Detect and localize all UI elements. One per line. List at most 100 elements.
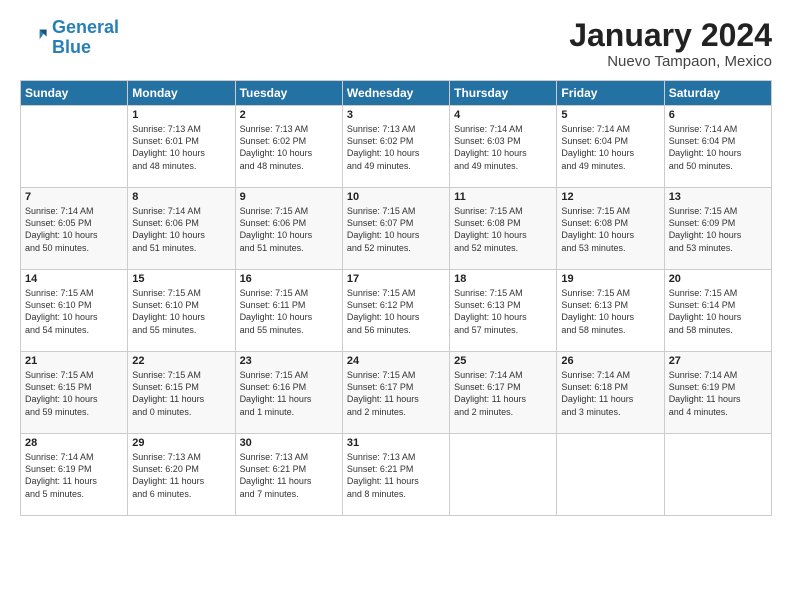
- col-header-thursday: Thursday: [450, 81, 557, 106]
- day-number: 13: [669, 191, 767, 203]
- day-info: Sunrise: 7:15 AM Sunset: 6:17 PM Dayligh…: [347, 369, 445, 418]
- calendar-cell: [21, 106, 128, 188]
- day-number: 31: [347, 437, 445, 449]
- col-header-wednesday: Wednesday: [342, 81, 449, 106]
- day-info: Sunrise: 7:13 AM Sunset: 6:02 PM Dayligh…: [347, 123, 445, 172]
- week-row-3: 14 Sunrise: 7:15 AM Sunset: 6:10 PM Dayli…: [21, 270, 772, 352]
- day-number: 18: [454, 273, 552, 285]
- day-info: Sunrise: 7:14 AM Sunset: 6:19 PM Dayligh…: [25, 451, 123, 500]
- page: General Blue January 2024 Nuevo Tampaon,…: [0, 0, 792, 612]
- day-number: 22: [132, 355, 230, 367]
- day-number: 6: [669, 109, 767, 121]
- day-number: 4: [454, 109, 552, 121]
- day-info: Sunrise: 7:15 AM Sunset: 6:14 PM Dayligh…: [669, 287, 767, 336]
- calendar-cell: 13Sunrise: 7:15 AM Sunset: 6:09 PM Dayli…: [664, 188, 771, 270]
- calendar-cell: 12 Sunrise: 7:15 AM Sunset: 6:08 PM Dayli…: [557, 188, 664, 270]
- day-info: Sunrise: 7:15 AM Sunset: 6:08 PM Dayligh…: [454, 205, 552, 254]
- calendar-cell: 16 Sunrise: 7:15 AM Sunset: 6:11 PM Dayli…: [235, 270, 342, 352]
- day-info: Sunrise: 7:13 AM Sunset: 6:01 PM Dayligh…: [132, 123, 230, 172]
- day-info: Sunrise: 7:14 AM Sunset: 6:17 PM Dayligh…: [454, 369, 552, 418]
- day-number: 1: [132, 109, 230, 121]
- calendar-cell: 26 Sunrise: 7:14 AM Sunset: 6:18 PM Dayli…: [557, 352, 664, 434]
- day-number: 26: [561, 355, 659, 367]
- day-number: 10: [347, 191, 445, 203]
- week-row-1: 1 Sunrise: 7:13 AM Sunset: 6:01 PM Daylig…: [21, 106, 772, 188]
- calendar-cell: 25 Sunrise: 7:14 AM Sunset: 6:17 PM Dayli…: [450, 352, 557, 434]
- day-info: Sunrise: 7:15 AM Sunset: 6:12 PM Dayligh…: [347, 287, 445, 336]
- month-title: January 2024: [569, 18, 772, 53]
- calendar-cell: 19 Sunrise: 7:15 AM Sunset: 6:13 PM Dayli…: [557, 270, 664, 352]
- col-header-monday: Monday: [128, 81, 235, 106]
- day-info: Sunrise: 7:13 AM Sunset: 6:02 PM Dayligh…: [240, 123, 338, 172]
- day-info: Sunrise: 7:14 AM Sunset: 6:18 PM Dayligh…: [561, 369, 659, 418]
- day-info: Sunrise: 7:13 AM Sunset: 6:21 PM Dayligh…: [240, 451, 338, 500]
- calendar-cell: 18 Sunrise: 7:15 AM Sunset: 6:13 PM Dayli…: [450, 270, 557, 352]
- day-number: 7: [25, 191, 123, 203]
- week-row-4: 21 Sunrise: 7:15 AM Sunset: 6:15 PM Dayli…: [21, 352, 772, 434]
- calendar-cell: 28Sunrise: 7:14 AM Sunset: 6:19 PM Dayli…: [21, 434, 128, 516]
- calendar-cell: 29Sunrise: 7:13 AM Sunset: 6:20 PM Dayli…: [128, 434, 235, 516]
- day-number: 17: [347, 273, 445, 285]
- day-number: 2: [240, 109, 338, 121]
- day-number: 20: [669, 273, 767, 285]
- day-info: Sunrise: 7:15 AM Sunset: 6:15 PM Dayligh…: [25, 369, 123, 418]
- calendar-cell: 31 Sunrise: 7:13 AM Sunset: 6:21 PM Dayli…: [342, 434, 449, 516]
- day-info: Sunrise: 7:15 AM Sunset: 6:06 PM Dayligh…: [240, 205, 338, 254]
- col-header-sunday: Sunday: [21, 81, 128, 106]
- logo-text: General Blue: [52, 18, 119, 58]
- col-header-tuesday: Tuesday: [235, 81, 342, 106]
- day-info: Sunrise: 7:15 AM Sunset: 6:13 PM Dayligh…: [561, 287, 659, 336]
- calendar-cell: 23Sunrise: 7:15 AM Sunset: 6:16 PM Dayli…: [235, 352, 342, 434]
- day-number: 21: [25, 355, 123, 367]
- day-info: Sunrise: 7:15 AM Sunset: 6:13 PM Dayligh…: [454, 287, 552, 336]
- day-number: 15: [132, 273, 230, 285]
- title-block: January 2024 Nuevo Tampaon, Mexico: [569, 18, 772, 70]
- day-number: 29: [132, 437, 230, 449]
- day-number: 19: [561, 273, 659, 285]
- calendar-cell: 9 Sunrise: 7:15 AM Sunset: 6:06 PM Daylig…: [235, 188, 342, 270]
- calendar-cell: 21 Sunrise: 7:15 AM Sunset: 6:15 PM Dayli…: [21, 352, 128, 434]
- calendar-cell: [450, 434, 557, 516]
- day-info: Sunrise: 7:15 AM Sunset: 6:11 PM Dayligh…: [240, 287, 338, 336]
- day-number: 25: [454, 355, 552, 367]
- day-info: Sunrise: 7:14 AM Sunset: 6:04 PM Dayligh…: [561, 123, 659, 172]
- header: General Blue January 2024 Nuevo Tampaon,…: [20, 18, 772, 70]
- day-info: Sunrise: 7:14 AM Sunset: 6:03 PM Dayligh…: [454, 123, 552, 172]
- calendar-cell: 10 Sunrise: 7:15 AM Sunset: 6:07 PM Dayli…: [342, 188, 449, 270]
- day-number: 27: [669, 355, 767, 367]
- calendar-cell: 27Sunrise: 7:14 AM Sunset: 6:19 PM Dayli…: [664, 352, 771, 434]
- week-row-5: 28Sunrise: 7:14 AM Sunset: 6:19 PM Dayli…: [21, 434, 772, 516]
- calendar-cell: 30Sunrise: 7:13 AM Sunset: 6:21 PM Dayli…: [235, 434, 342, 516]
- day-number: 5: [561, 109, 659, 121]
- day-info: Sunrise: 7:14 AM Sunset: 6:04 PM Dayligh…: [669, 123, 767, 172]
- calendar-cell: 15 Sunrise: 7:15 AM Sunset: 6:10 PM Dayli…: [128, 270, 235, 352]
- day-number: 14: [25, 273, 123, 285]
- calendar-cell: 14 Sunrise: 7:15 AM Sunset: 6:10 PM Dayli…: [21, 270, 128, 352]
- day-info: Sunrise: 7:15 AM Sunset: 6:08 PM Dayligh…: [561, 205, 659, 254]
- calendar-table: SundayMondayTuesdayWednesdayThursdayFrid…: [20, 80, 772, 516]
- calendar-cell: [664, 434, 771, 516]
- day-info: Sunrise: 7:15 AM Sunset: 6:07 PM Dayligh…: [347, 205, 445, 254]
- calendar-cell: 4 Sunrise: 7:14 AM Sunset: 6:03 PM Daylig…: [450, 106, 557, 188]
- day-info: Sunrise: 7:13 AM Sunset: 6:21 PM Dayligh…: [347, 451, 445, 500]
- calendar-cell: 22 Sunrise: 7:15 AM Sunset: 6:15 PM Dayli…: [128, 352, 235, 434]
- day-number: 9: [240, 191, 338, 203]
- day-info: Sunrise: 7:14 AM Sunset: 6:06 PM Dayligh…: [132, 205, 230, 254]
- calendar-cell: 3Sunrise: 7:13 AM Sunset: 6:02 PM Daylig…: [342, 106, 449, 188]
- day-info: Sunrise: 7:15 AM Sunset: 6:10 PM Dayligh…: [132, 287, 230, 336]
- calendar-cell: 17 Sunrise: 7:15 AM Sunset: 6:12 PM Dayli…: [342, 270, 449, 352]
- day-number: 8: [132, 191, 230, 203]
- day-number: 12: [561, 191, 659, 203]
- day-number: 16: [240, 273, 338, 285]
- logo-icon: [20, 24, 48, 52]
- calendar-cell: 24Sunrise: 7:15 AM Sunset: 6:17 PM Dayli…: [342, 352, 449, 434]
- calendar-cell: 1 Sunrise: 7:13 AM Sunset: 6:01 PM Daylig…: [128, 106, 235, 188]
- calendar-cell: 5 Sunrise: 7:14 AM Sunset: 6:04 PM Daylig…: [557, 106, 664, 188]
- day-info: Sunrise: 7:15 AM Sunset: 6:10 PM Dayligh…: [25, 287, 123, 336]
- col-header-friday: Friday: [557, 81, 664, 106]
- header-row: SundayMondayTuesdayWednesdayThursdayFrid…: [21, 81, 772, 106]
- day-number: 11: [454, 191, 552, 203]
- calendar-cell: 8 Sunrise: 7:14 AM Sunset: 6:06 PM Daylig…: [128, 188, 235, 270]
- calendar-cell: 11 Sunrise: 7:15 AM Sunset: 6:08 PM Dayli…: [450, 188, 557, 270]
- day-info: Sunrise: 7:15 AM Sunset: 6:15 PM Dayligh…: [132, 369, 230, 418]
